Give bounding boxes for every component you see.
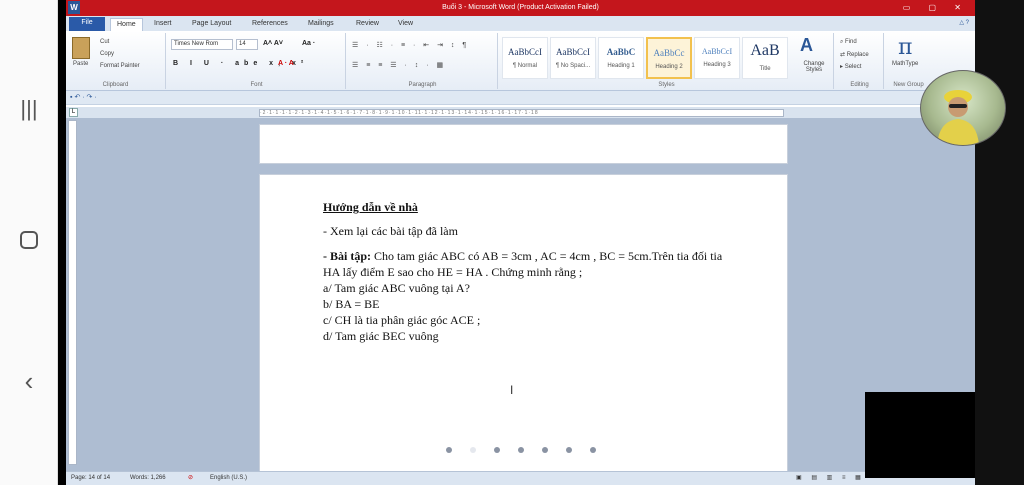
- page-dot[interactable]: [590, 447, 596, 453]
- tab-file[interactable]: File: [69, 17, 105, 31]
- font-size-select[interactable]: 14: [236, 39, 258, 50]
- style-heading-2[interactable]: AaBbCc Heading 2: [646, 37, 692, 79]
- styles-label: Styles: [658, 82, 675, 88]
- current-page[interactable]: Hướng dẫn về nhà - Xem lại các bài tập đ…: [259, 174, 788, 474]
- home-icon[interactable]: [0, 231, 58, 249]
- tab-insert[interactable]: Insert: [148, 18, 178, 31]
- paste-button[interactable]: Paste: [73, 61, 88, 67]
- doc-exercise: - Bài tập: Cho tam giác ABC có AB = 3cm …: [323, 249, 723, 263]
- styles-group: AaBbCcI ¶ Normal AaBbCcI ¶ No Spaci... A…: [500, 33, 834, 89]
- tab-references[interactable]: References: [246, 18, 294, 31]
- save-icon[interactable]: ▪: [70, 94, 72, 101]
- paragraph-group: ☰ · ☷ · ≡ · ⇤ ⇥ ↕ ¶ ☰ ≡ ≡ ☰ · ↕ · ▦ Para…: [348, 33, 498, 89]
- editing-group: ⌕ Find ⇄ Replace ▸ Select Editing: [836, 33, 884, 89]
- horizontal-ruler[interactable]: ·2·1·1·1·1·2·1·3·1·4·1·5·1·6·1·7·1·8·1·9…: [259, 109, 784, 117]
- replace-button[interactable]: ⇄ Replace: [840, 51, 869, 58]
- change-styles-icon[interactable]: A: [800, 35, 813, 56]
- font-color-button[interactable]: A · A: [278, 60, 294, 67]
- title-bar: W Buổi 3 - Microsoft Word (Product Activ…: [66, 0, 975, 16]
- font-group: Times New Rom 14 A˄ A˅ Aa · B I U · abe …: [168, 33, 346, 89]
- vertical-ruler[interactable]: [68, 120, 77, 465]
- cut-button[interactable]: Cut: [100, 39, 109, 45]
- paste-icon[interactable]: [72, 37, 90, 59]
- style-title[interactable]: AaB Title: [742, 37, 788, 79]
- new-group-label: New Group: [893, 82, 924, 88]
- change-styles-button[interactable]: Change Styles: [798, 61, 830, 73]
- status-bar: Page: 14 of 14 Words: 1,266 ⊘ English (U…: [66, 471, 975, 485]
- black-overlay: [865, 392, 975, 478]
- format-painter-button[interactable]: Format Painter: [100, 63, 140, 69]
- help-icon[interactable]: △ ?: [959, 19, 969, 26]
- phone-nav-bar: ||| ‹: [0, 0, 58, 485]
- page-dot[interactable]: [518, 447, 524, 453]
- ruler-row: L ·2·1·1·1·1·2·1·3·1·4·1·5·1·6·1·7·1·8·1…: [66, 107, 975, 118]
- webcam-overlay: [920, 70, 1006, 146]
- text-cursor-icon: I: [510, 383, 514, 397]
- mathtype-button[interactable]: MathType: [892, 61, 918, 67]
- tab-page-layout[interactable]: Page Layout: [186, 18, 237, 31]
- doc-part-b: b/ BA = BE: [323, 297, 380, 311]
- tab-home[interactable]: Home: [110, 18, 143, 31]
- clipboard-label: Clipboard: [102, 82, 129, 88]
- page-dot[interactable]: [566, 447, 572, 453]
- undo-icon[interactable]: ↶ ·: [74, 94, 84, 101]
- language-status[interactable]: English (U.S.): [210, 472, 247, 485]
- word-count[interactable]: Words: 1,266: [130, 472, 166, 485]
- mathtype-pi-icon[interactable]: π: [898, 35, 912, 60]
- doc-part-c: c/ CH là tia phân giác góc ACE ;: [323, 313, 481, 327]
- word-window: W Buổi 3 - Microsoft Word (Product Activ…: [66, 0, 975, 485]
- redo-icon[interactable]: ↷ ·: [87, 94, 97, 101]
- style-heading-1[interactable]: AaBbC Heading 1: [598, 37, 644, 79]
- person-silhouette-icon: [937, 90, 979, 145]
- grow-font-button[interactable]: A˄ A˅: [263, 40, 283, 47]
- editing-label: Editing: [850, 82, 869, 88]
- style-no-spacing[interactable]: AaBbCcI ¶ No Spaci...: [550, 37, 596, 79]
- doc-part-d: d/ Tam giác BEC vuông: [323, 329, 439, 343]
- font-name-select[interactable]: Times New Rom: [171, 39, 233, 50]
- tab-view[interactable]: View: [392, 18, 419, 31]
- document-area: Hướng dẫn về nhà - Xem lại các bài tập đ…: [66, 118, 975, 474]
- tab-review[interactable]: Review: [350, 18, 385, 31]
- previous-page: [259, 124, 788, 164]
- word-logo-icon: W: [68, 1, 80, 14]
- find-button[interactable]: ⌕ Find: [840, 39, 857, 46]
- page-count[interactable]: Page: 14 of 14: [71, 472, 110, 485]
- doc-heading: Hướng dẫn về nhà: [323, 200, 418, 214]
- recent-apps-icon[interactable]: |||: [0, 96, 58, 122]
- proofing-icon[interactable]: ⊘: [188, 472, 193, 485]
- alignment-buttons[interactable]: ☰ ≡ ≡ ☰ · ↕ · ▦: [352, 61, 446, 69]
- right-black-bar: [975, 0, 1024, 485]
- page-dot[interactable]: [542, 447, 548, 453]
- tab-mailings[interactable]: Mailings: [302, 18, 340, 31]
- window-controls[interactable]: ▭ ▢ ✕: [903, 0, 969, 16]
- change-case-button[interactable]: Aa ·: [302, 40, 315, 47]
- doc-item-1: - Xem lại các bài tập đã làm: [323, 224, 458, 238]
- ribbon: Paste Cut Copy Format Painter Clipboard …: [66, 31, 975, 91]
- window-title: Buổi 3 - Microsoft Word (Product Activat…: [442, 4, 599, 11]
- page-dot[interactable]: [494, 447, 500, 453]
- ribbon-tabs: File Home Insert Page Layout References …: [66, 16, 975, 31]
- screen: ||| ‹ W Buổi 3 - Microsoft Word (Product…: [0, 0, 1024, 485]
- style-normal[interactable]: AaBbCcI ¶ Normal: [502, 37, 548, 79]
- copy-button[interactable]: Copy: [100, 51, 114, 57]
- page-dot[interactable]: [446, 447, 452, 453]
- style-heading-3[interactable]: AaBbCcI Heading 3: [694, 37, 740, 79]
- doc-exercise-line-2: HA lấy điểm E sao cho HE = HA . Chứng mi…: [323, 265, 583, 279]
- paragraph-label: Paragraph: [408, 82, 437, 88]
- tab-selector-button[interactable]: L: [69, 108, 78, 117]
- document-body[interactable]: Hướng dẫn về nhà - Xem lại các bài tập đ…: [323, 199, 753, 344]
- quick-access-toolbar: ▪ ↶ · ↷ ·: [66, 91, 975, 105]
- doc-part-a: a/ Tam giác ABC vuông tại A?: [323, 281, 470, 295]
- select-button[interactable]: ▸ Select: [840, 63, 861, 70]
- list-buttons[interactable]: ☰ · ☷ · ≡ · ⇤ ⇥ ↕ ¶: [352, 41, 469, 49]
- clipboard-group: Paste Cut Copy Format Painter Clipboard: [66, 33, 166, 89]
- font-label: Font: [250, 82, 263, 88]
- back-icon[interactable]: ‹: [0, 366, 58, 397]
- new-group: π MathType New Group: [886, 33, 931, 89]
- page-dot-active[interactable]: [470, 447, 476, 453]
